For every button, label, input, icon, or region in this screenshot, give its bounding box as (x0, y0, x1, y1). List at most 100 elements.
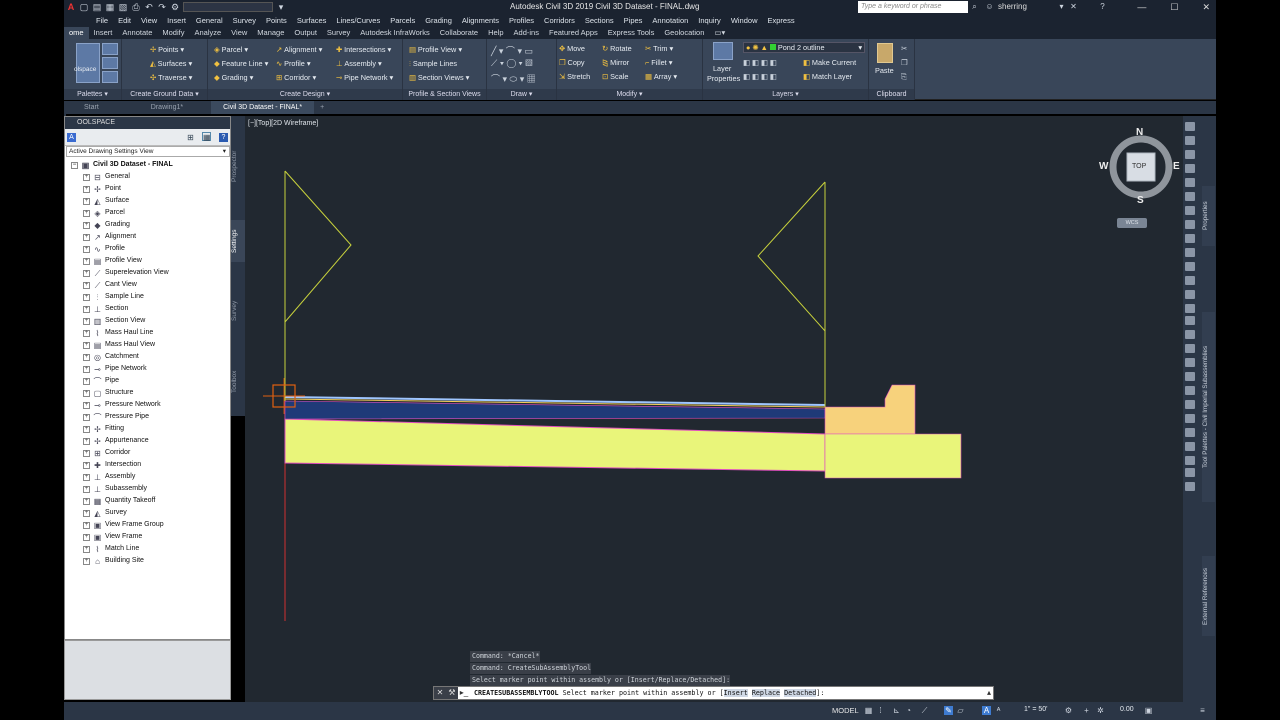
tree-item-superelevation-view[interactable]: + ⟋ Superelevation View (67, 267, 230, 279)
layer-dropdown[interactable]: ● ✺ ▲ Pond 2 outline ▾ (743, 42, 865, 53)
right-tool-14-icon[interactable] (1185, 304, 1195, 313)
curb-gutter[interactable] (824, 384, 916, 435)
alignment-button[interactable]: ↗ Alignment ▾ (276, 45, 322, 54)
customize-icon[interactable]: ≡ (1198, 706, 1207, 715)
expand-icon[interactable]: + (83, 533, 90, 541)
ribbon-tab-survey[interactable]: Survey (322, 27, 355, 39)
menu-lines-curves[interactable]: Lines/Curves (336, 16, 380, 25)
fullscreen-icon[interactable]: ▣ (1144, 706, 1153, 715)
right-tool-15-icon[interactable] (1185, 316, 1195, 325)
tree-item-general[interactable]: + ⊟ General (67, 171, 230, 183)
expand-icon[interactable]: + (83, 329, 90, 337)
grid-icon[interactable]: ▦ (864, 706, 873, 715)
right-tool-24-icon[interactable] (1185, 442, 1195, 451)
tab-drawing1[interactable]: Drawing1* (111, 101, 211, 114)
option-detached[interactable]: Detached (784, 689, 817, 697)
ribbon-tab-analyze[interactable]: Analyze (189, 27, 226, 39)
curb-base[interactable] (824, 433, 962, 479)
copy-clip-icon[interactable]: ❐ (901, 58, 908, 67)
right-tool-12-icon[interactable] (1185, 276, 1195, 285)
expand-icon[interactable]: + (83, 413, 90, 421)
tree-item-quantity-takeoff[interactable]: + ▦ Quantity Takeoff (67, 495, 230, 507)
tree-root[interactable]: − ▣ Civil 3D Dataset - FINAL (67, 159, 230, 171)
user-name[interactable]: sherring (998, 2, 1027, 11)
ortho-icon[interactable]: ⊾ (892, 706, 901, 715)
tree-item-catchment[interactable]: + ◎ Catchment (67, 351, 230, 363)
close-icon[interactable]: ✕ (1202, 0, 1210, 14)
expand-icon[interactable]: + (83, 401, 90, 409)
properties-icon[interactable] (102, 71, 118, 83)
right-tool-10-icon[interactable] (1185, 248, 1195, 257)
menu-edit[interactable]: Edit (118, 16, 131, 25)
paste-icon[interactable] (877, 43, 893, 63)
subbase-layer[interactable] (284, 418, 826, 472)
right-tool-19-icon[interactable] (1185, 372, 1195, 381)
menu-pipes[interactable]: Pipes (624, 16, 643, 25)
panel-design-label[interactable]: Create Design ▾ (208, 89, 402, 100)
viewcube[interactable]: N S E W TOP (1099, 127, 1180, 206)
side-tab-survey[interactable]: Survey (231, 296, 245, 326)
menu-express[interactable]: Express (768, 16, 795, 25)
tree-item-mass-haul-view[interactable]: + ▤ Mass Haul View (67, 339, 230, 351)
tree-item-surface[interactable]: + ◭ Surface (67, 195, 230, 207)
fillet-button[interactable]: ⌐ Fillet ▾ (645, 58, 672, 67)
command-history-toggle[interactable]: ▴ (987, 688, 991, 697)
intersections-button[interactable]: ✚ Intersections ▾ (336, 45, 391, 54)
cart-icon[interactable]: ▾ (1057, 2, 1066, 11)
panel-layers-label[interactable]: Layers ▾ (703, 89, 868, 100)
command-prompt[interactable]: CREATESUBASSEMBLYTOOL Select marker poin… (470, 689, 824, 697)
tree-item-profile[interactable]: + ∿ Profile (67, 243, 230, 255)
layer-properties-icon[interactable] (713, 42, 733, 60)
snap-icon[interactable]: ⁞ (876, 706, 885, 715)
panorama-icon[interactable] (102, 57, 118, 69)
tree-item-corridor[interactable]: + ⊞ Corridor (67, 447, 230, 459)
saveas-icon[interactable]: ▧ (118, 2, 128, 12)
tree-item-section[interactable]: + ⊥ Section (67, 303, 230, 315)
expand-icon[interactable]: + (83, 197, 90, 205)
expand-icon[interactable]: + (83, 233, 90, 241)
right-tool-16-icon[interactable] (1185, 330, 1195, 339)
right-tool-17-icon[interactable] (1185, 344, 1195, 353)
expand-icon[interactable]: + (83, 281, 90, 289)
expand-icon[interactable]: + (83, 245, 90, 253)
ribbon-tab-manage[interactable]: Manage (252, 27, 289, 39)
copy-button[interactable]: ❐ Copy (559, 58, 585, 67)
side-tab-settings[interactable]: Settings (231, 220, 245, 262)
tree-item-survey[interactable]: + ◭ Survey (67, 507, 230, 519)
close-cmd-icon[interactable]: ✕ (434, 687, 446, 699)
open-icon[interactable]: ▤ (92, 2, 102, 12)
scale-button[interactable]: ⊡ Scale (602, 72, 628, 81)
expand-icon[interactable]: + (83, 425, 90, 433)
right-tool-22-icon[interactable] (1185, 414, 1195, 423)
ribbon-tab-insert[interactable]: Insert (89, 27, 118, 39)
cut-icon[interactable]: ✂ (901, 44, 907, 53)
surfaces-button[interactable]: ◭ Surfaces ▾ (150, 59, 192, 68)
right-tool-11-icon[interactable] (1185, 262, 1195, 271)
expand-icon[interactable]: + (83, 341, 90, 349)
user-icon[interactable]: ☺ (985, 2, 994, 11)
pipe-network-button[interactable]: ⊸ Pipe Network ▾ (336, 73, 393, 82)
right-tool-27-icon[interactable] (1185, 482, 1195, 491)
expand-icon[interactable]: + (83, 293, 90, 301)
ribbon-tab-output[interactable]: Output (289, 27, 322, 39)
right-tool-8-icon[interactable] (1185, 220, 1195, 229)
expand-icon[interactable]: + (83, 173, 90, 181)
menu-surfaces[interactable]: Surfaces (297, 16, 327, 25)
menu-points[interactable]: Points (266, 16, 287, 25)
expand-icon[interactable]: + (83, 509, 90, 517)
new-icon[interactable]: ▢ (79, 2, 89, 12)
command-line[interactable]: ✕ ⚒ ▸_ CREATESUBASSEMBLYTOOL Select mark… (433, 686, 994, 700)
layer-tools-row-2[interactable]: ◧ ◧ ◧ ◧ (743, 72, 777, 81)
expand-icon[interactable]: + (83, 185, 90, 193)
ribbon-tab-add-ins[interactable]: Add-ins (509, 27, 544, 39)
draw-arc-icon[interactable]: ⌒ ▾ ⬭ ▾ ▦ (491, 72, 536, 85)
tree-item-section-view[interactable]: + ▥ Section View (67, 315, 230, 327)
workspace-gear-icon[interactable]: ⚙ (1064, 706, 1073, 715)
expand-icon[interactable]: + (83, 437, 90, 445)
right-tool-3-icon[interactable] (1185, 150, 1195, 159)
ribbon-tab-help[interactable]: Help (483, 27, 508, 39)
match-layer-button[interactable]: ◧ Match Layer (803, 72, 852, 81)
expand-icon[interactable]: + (83, 209, 90, 217)
move-button[interactable]: ✥ Move (559, 44, 585, 53)
annotation-visibility-icon[interactable]: ᴬ (994, 706, 1003, 715)
